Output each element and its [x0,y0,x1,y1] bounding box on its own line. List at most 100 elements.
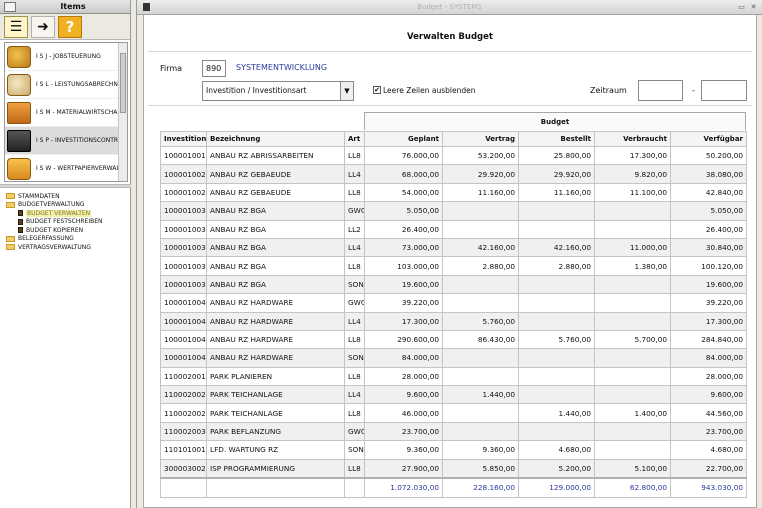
tree-item-belegerfassung[interactable]: BELEGERFASSUNG [6,235,128,244]
hide-empty-rows-checkbox[interactable]: ✔ [373,86,381,94]
cell-investition[interactable]: 110002002 [160,385,207,405]
cell-verfuegbar[interactable]: 84.000,00 [670,348,747,368]
cell-art[interactable]: LL2 [344,219,365,239]
cell-bestellt[interactable]: 5.760,00 [518,329,595,350]
cell-verbraucht[interactable] [594,201,671,221]
cell-verbraucht[interactable] [594,440,671,460]
cell-investition[interactable]: 100001004 [160,293,207,313]
module-item-leistungsabrechnung[interactable]: I S L - LEISTUNGSABRECHNUNG [5,71,127,99]
table-row[interactable]: 110002002 PARK TEICHANLAGE LL8 46.000,00 1.4… [160,403,747,423]
cell-investition[interactable]: 100001004 [160,348,207,368]
cell-bezeichnung[interactable]: ANBAU RZ BGA [206,237,345,258]
cell-art[interactable]: SON [344,440,365,460]
window-titlebar[interactable]: Budget - SYSTEMS ▭ ✕ [137,0,762,15]
table-row[interactable]: 110002001 PARK PLANIEREN LL8 28.000,00 28.00… [160,366,747,387]
table-row[interactable]: 100001004 ANBAU RZ HARDWARE LL8 290.600,00 8… [160,329,747,350]
cell-investition[interactable]: 100001003 [160,256,207,276]
cell-bezeichnung[interactable]: ANBAU RZ BGA [206,274,345,295]
cell-geplant[interactable]: 28.000,00 [364,366,443,387]
module-list-scrollbar[interactable] [118,43,127,181]
cell-geplant[interactable]: 9.600,00 [364,385,443,405]
zeitraum-to-input[interactable] [701,80,747,101]
cell-vertrag[interactable]: 2.880,00 [442,256,519,276]
cell-vertrag[interactable]: 11.160,00 [442,182,519,203]
cell-verfuegbar[interactable]: 19.600,00 [670,274,747,295]
tree-item-stammdaten[interactable]: STAMMDATEN [6,192,128,201]
cell-art[interactable]: GWG [344,421,365,442]
cell-bestellt[interactable] [518,219,595,239]
cell-vertrag[interactable] [442,274,519,295]
cell-verfuegbar[interactable]: 17.300,00 [670,311,747,331]
table-row[interactable]: 100001002 ANBAU RZ GEBAEUDE LL8 54.000,00 11… [160,182,747,203]
cell-bezeichnung[interactable]: ANBAU RZ ABRISSARBEITEN [206,145,345,166]
cell-verfuegbar[interactable]: 284.840,00 [670,329,747,350]
table-row[interactable]: 100001003 ANBAU RZ BGA SON 19.600,00 19.600,… [160,274,747,295]
cell-geplant[interactable]: 68.000,00 [364,164,443,184]
table-row[interactable]: 100001001 ANBAU RZ ABRISSARBEITEN LL8 76.00… [160,145,747,166]
close-icon[interactable]: ✕ [749,3,758,11]
tree-item-budgetverwaltung[interactable]: BUDGETVERWALTUNG [6,201,128,210]
cell-investition[interactable]: 100001001 [160,145,207,166]
module-item-materialwirtschaft[interactable]: I S M - MATERIALWIRTSCHAFT [5,99,127,127]
cell-art[interactable]: SON [344,274,365,295]
grouping-select[interactable]: Investition / Investitionsart ▼ [202,81,354,101]
table-row[interactable]: 100001003ANBAU RZ BGAGWG5.050,005.050,00 [160,201,747,221]
cell-geplant[interactable]: 19.600,00 [364,274,443,295]
cell-geplant[interactable]: 39.220,00 [364,293,443,313]
cell-art[interactable]: LL8 [344,182,365,203]
cell-art[interactable]: LL8 [344,145,365,166]
zeitraum-from-input[interactable] [638,80,683,101]
cell-art[interactable]: LL8 [344,329,365,350]
column-header-art[interactable]: Art [344,131,365,147]
cell-investition[interactable]: 100001003 [160,274,207,295]
table-row[interactable]: 100001004 ANBAU RZ HARDWARE SON 84.000,00 84… [160,348,747,368]
tree-item-budget-festschreiben[interactable]: BUDGET FESTSCHREIBEN [6,218,128,227]
cell-verfuegbar[interactable]: 42.840,00 [670,182,747,203]
cell-verfuegbar[interactable]: 50.200,00 [670,145,747,166]
chevron-down-icon[interactable]: ▼ [340,82,353,100]
cell-verfuegbar[interactable]: 39.220,00 [670,293,747,313]
cell-geplant[interactable]: 84.000,00 [364,348,443,368]
cell-vertrag[interactable]: 53.200,00 [442,145,519,166]
cell-investition[interactable]: 100001004 [160,329,207,350]
cell-bestellt[interactable]: 25.800,00 [518,145,595,166]
cell-bestellt[interactable]: 29.920,00 [518,164,595,184]
cell-investition[interactable]: 100001003 [160,237,207,258]
cell-investition[interactable]: 110002003 [160,421,207,442]
cell-vertrag[interactable]: 42.160,00 [442,237,519,258]
cell-investition[interactable]: 110002002 [160,403,207,423]
cell-geplant[interactable]: 27.900,00 [364,458,443,479]
cell-geplant[interactable]: 76.000,00 [364,145,443,166]
cell-art[interactable]: LL4 [344,311,365,331]
cell-verbraucht[interactable]: 1.400,00 [594,403,671,423]
module-item-jobsteuerung[interactable]: I S J - JOBSTEUERUNG [5,43,127,71]
table-row[interactable]: 100001003 ANBAU RZ BGA LL8 103.000,00 2.880,… [160,256,747,276]
cell-bestellt[interactable]: 5.200,00 [518,458,595,479]
cell-vertrag[interactable]: 1.440,00 [442,385,519,405]
cell-investition[interactable]: 100001002 [160,164,207,184]
cell-art[interactable]: LL8 [344,458,365,479]
cell-verbraucht[interactable]: 1.380,00 [594,256,671,276]
cell-bestellt[interactable] [518,274,595,295]
cell-vertrag[interactable] [442,403,519,423]
cell-bezeichnung[interactable]: ISP PROGRAMMIERUNG [206,458,345,479]
cell-vertrag[interactable] [442,348,519,368]
cell-art[interactable]: LL8 [344,256,365,276]
cell-bezeichnung[interactable]: ANBAU RZ BGA [206,219,345,239]
cell-vertrag[interactable]: 86.430,00 [442,329,519,350]
table-row[interactable]: 100001003 ANBAU RZ BGA LL2 26.400,00 26.400,… [160,219,747,239]
cell-investition[interactable]: 300003002 [160,458,207,479]
cell-verfuegbar[interactable]: 5.050,00 [670,201,747,221]
table-row[interactable]: 100001003 ANBAU RZ BGA LL4 73.000,00 42.160,… [160,237,747,258]
cell-verbraucht[interactable] [594,311,671,331]
cell-bezeichnung[interactable]: ANBAU RZ HARDWARE [206,311,345,331]
table-row[interactable]: 110101001 LFD. WARTUNG RZ SON 9.360,00 9.360… [160,440,747,460]
table-row[interactable]: 100001004 ANBAU RZ HARDWARE LL4 17.300,00 5.… [160,311,747,331]
tree-item-budget-kopieren[interactable]: BUDGET KOPIEREN [6,226,128,235]
cell-investition[interactable]: 100001003 [160,219,207,239]
cell-vertrag[interactable]: 29.920,00 [442,164,519,184]
cell-vertrag[interactable]: 9.360,00 [442,440,519,460]
cell-verbraucht[interactable] [594,348,671,368]
cell-geplant[interactable]: 23.700,00 [364,421,443,442]
cell-bezeichnung[interactable]: PARK PLANIEREN [206,366,345,387]
